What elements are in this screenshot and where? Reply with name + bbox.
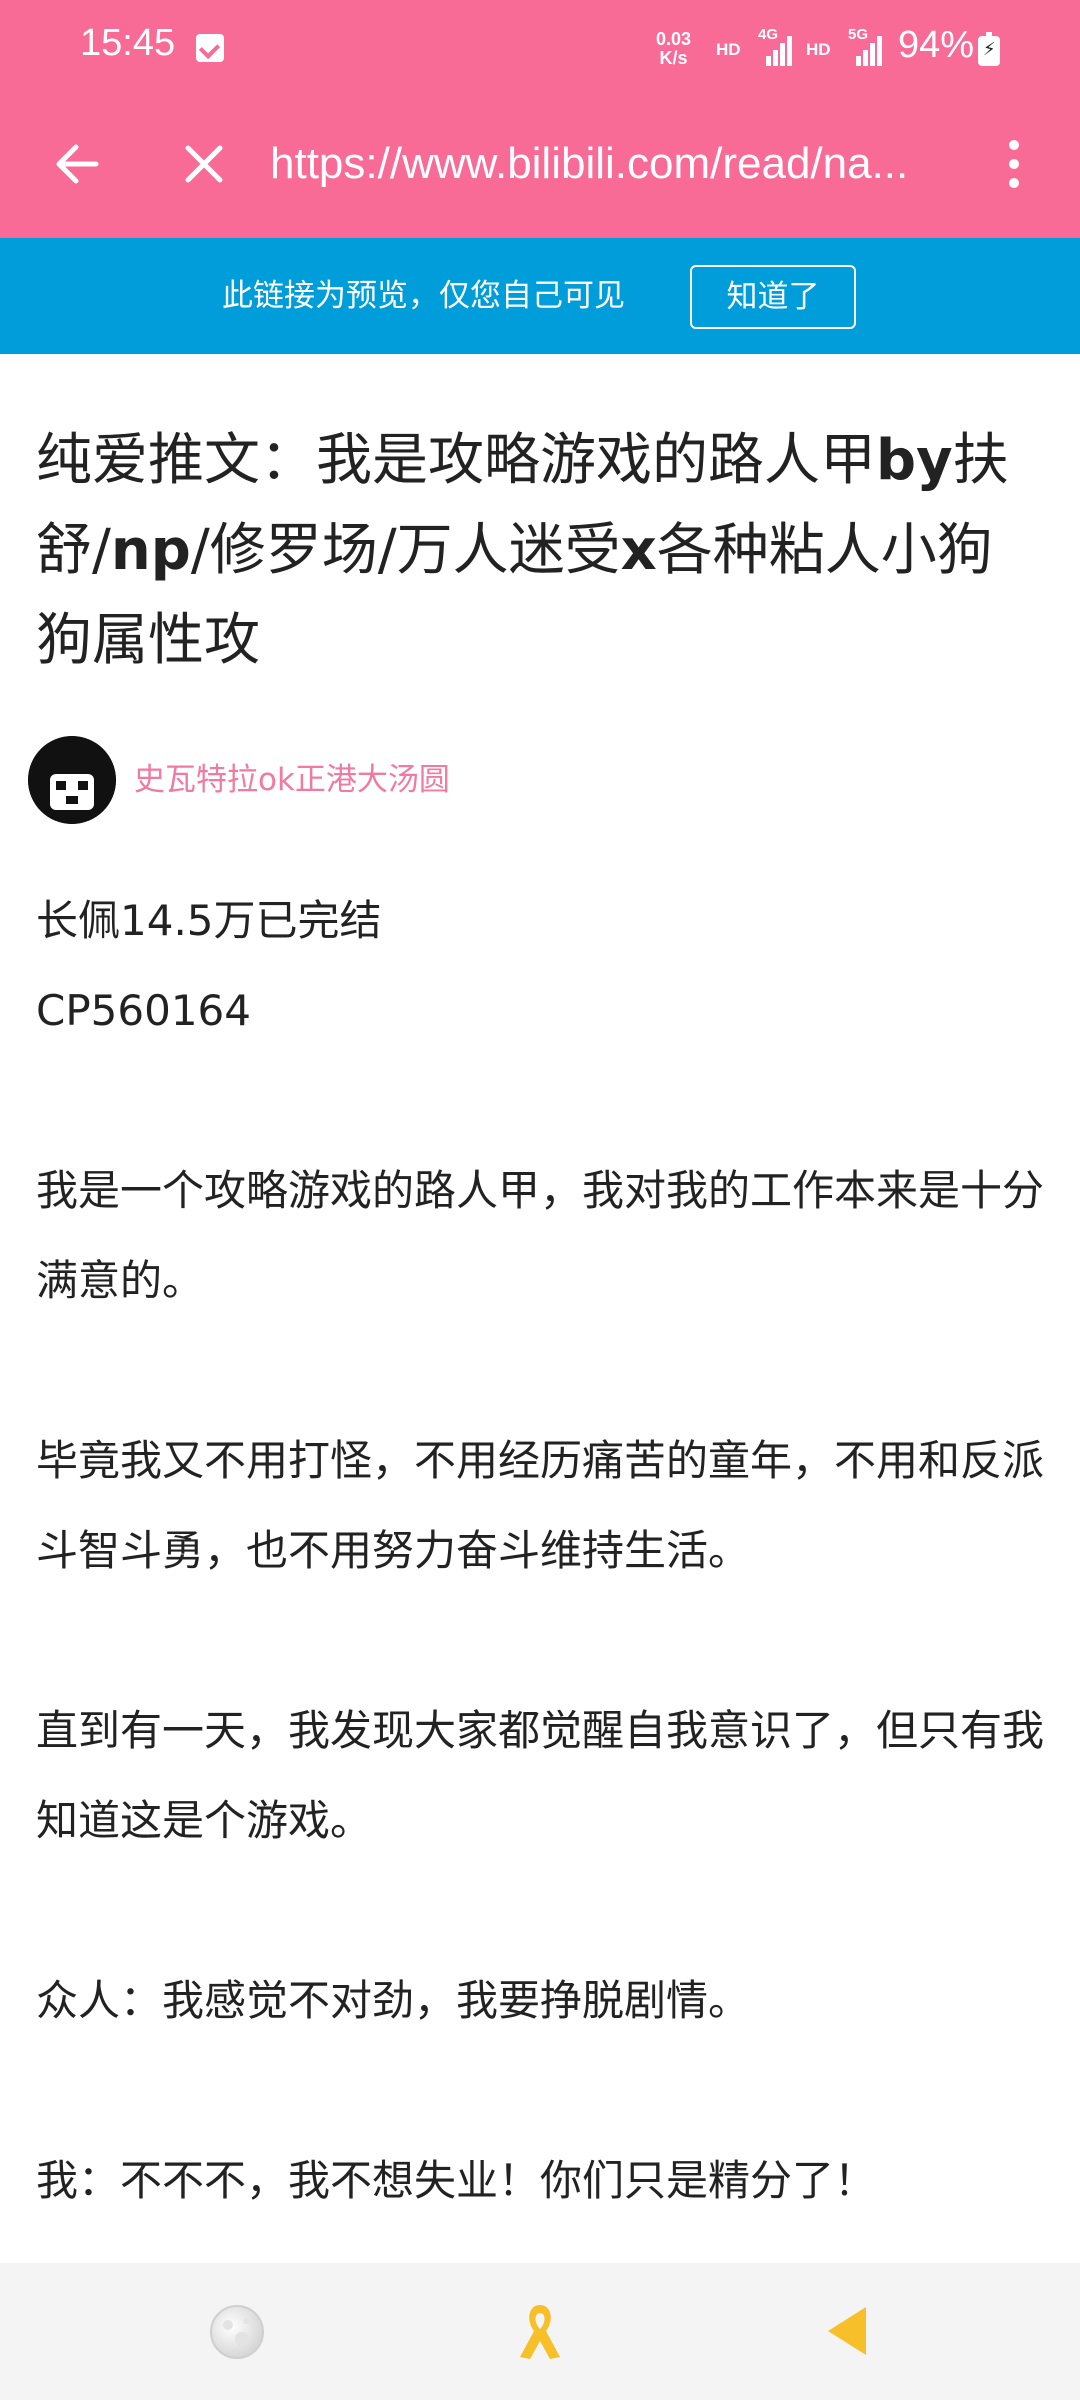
arrow-left-icon[interactable] (46, 132, 110, 196)
ribbon-icon[interactable] (512, 2299, 568, 2363)
network-speed-unit: K/s (659, 48, 688, 68)
title-text-6: x (620, 518, 657, 583)
battery-percent: 94% (898, 24, 975, 66)
article-body: 长佩14.5万已完结 CP560164 我是一个攻略游戏的路人甲，我对我的工作本… (36, 876, 1046, 2226)
network-speed: 0.03 K/s (656, 30, 691, 68)
signal-5g-icon: 5G (848, 26, 882, 66)
signal-4g-icon: 4G (758, 26, 792, 66)
more-vertical-icon[interactable] (994, 132, 1034, 196)
notification-check-icon (196, 34, 224, 62)
article-title: 纯爱推文：我是攻略游戏的路人甲by扶舒/np/修罗场/万人迷受x各种粘人小狗狗属… (36, 416, 1046, 686)
title-text-4: np (110, 518, 191, 583)
avatar[interactable] (28, 736, 116, 824)
title-text-5: /修罗场/万人迷受 (190, 518, 621, 583)
close-icon[interactable] (172, 132, 236, 196)
bottom-toolbar (0, 2263, 1080, 2400)
battery-charging-icon: ⚡ (978, 32, 1000, 66)
hd-label-1: HD (716, 40, 741, 59)
got-it-button[interactable]: 知道了 (690, 265, 856, 329)
article-paragraph: 直到有一天，我发现大家都觉醒自我意识了，但只有我知道这是个游戏。 (36, 1706, 1045, 1845)
title-text-1: 纯爱推文：我是攻略游戏的路人甲 (36, 428, 876, 493)
article-paragraph: 我：不不不，我不想失业！你们只是精分了！ (36, 2156, 877, 2205)
title-text-2: by (876, 428, 953, 493)
preview-banner: 此链接为预览，仅您自己可见 知道了 (0, 238, 1080, 354)
url-text[interactable]: https://www.bilibili.com/read/na... (270, 132, 952, 196)
article-paragraph: 毕竟我又不用打怪，不用经历痛苦的童年，不用和反派斗智斗勇，也不用努力奋斗维持生活… (36, 1436, 1045, 1575)
article-paragraph: 众人：我感觉不对劲，我要挣脱剧情。 (36, 1976, 751, 2025)
status-time: 15:45 (80, 22, 176, 64)
article-paragraph: CP560164 (36, 986, 251, 1035)
article-paragraph: 我是一个攻略游戏的路人甲，我对我的工作本来是十分满意的。 (36, 1166, 1045, 1305)
signal-5g-label: 5G (848, 26, 869, 43)
browser-toolbar: https://www.bilibili.com/read/na... (0, 98, 1080, 238)
signal-4g-label: 4G (758, 26, 779, 43)
status-bar: 15:45 0.03 K/s HD 4G HD 5G 94% ⚡ (0, 0, 1080, 98)
triangle-back-icon[interactable] (822, 2303, 872, 2359)
preview-banner-text: 此链接为预览，仅您自己可见 (222, 278, 625, 314)
network-speed-value: 0.03 (656, 29, 692, 49)
hd-label-2: HD (806, 40, 831, 59)
article-paragraph: 长佩14.5万已完结 (36, 896, 382, 945)
moon-icon[interactable] (208, 2303, 266, 2361)
author-name[interactable]: 史瓦特拉ok正港大汤圆 (134, 760, 450, 800)
